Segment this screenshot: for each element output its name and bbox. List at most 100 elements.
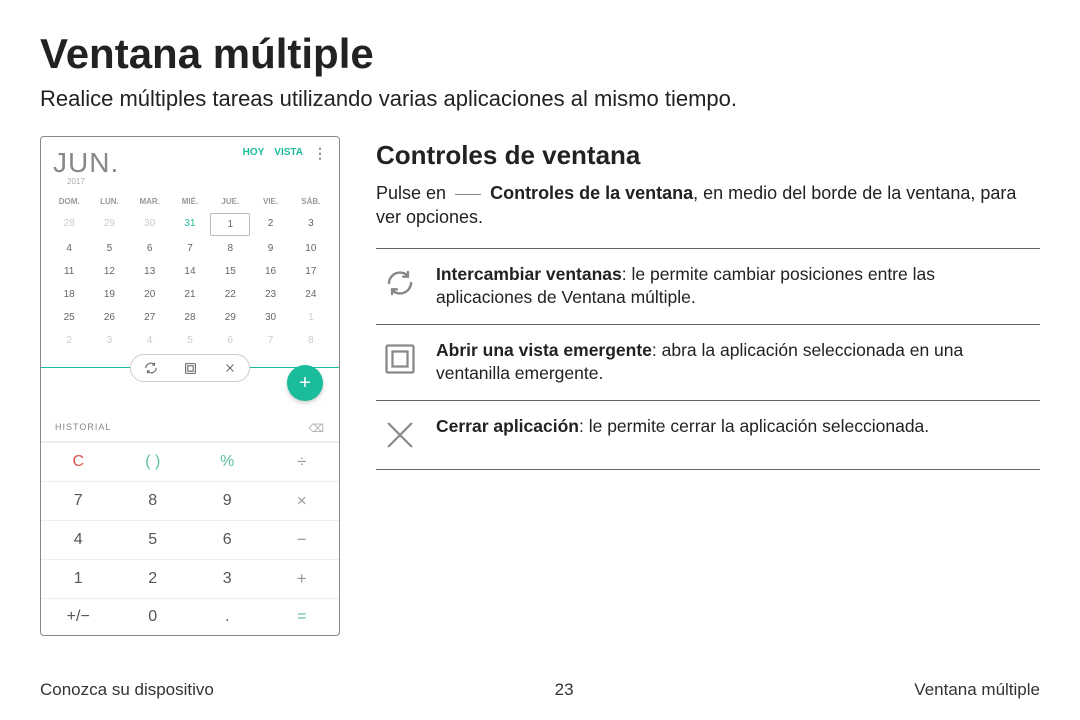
cal-day[interactable]: 4: [49, 238, 89, 259]
dow: LUN.: [89, 192, 129, 211]
cal-day[interactable]: 26: [89, 307, 129, 328]
calc-key[interactable]: 5: [116, 520, 191, 559]
cal-day[interactable]: 23: [250, 284, 290, 305]
calc-key[interactable]: 2: [116, 559, 191, 598]
popup-view-icon: [380, 339, 420, 379]
calc-key-paren[interactable]: ( ): [116, 442, 191, 481]
cal-day[interactable]: 30: [130, 213, 170, 236]
cal-day[interactable]: 10: [291, 238, 331, 259]
cal-day[interactable]: 28: [49, 213, 89, 236]
intro-bold: Controles de la ventana: [490, 183, 693, 203]
cal-day[interactable]: 5: [89, 238, 129, 259]
cal-day[interactable]: 5: [170, 330, 210, 351]
calc-key-sign[interactable]: +/−: [41, 598, 116, 635]
calc-key-minus[interactable]: −: [265, 520, 340, 559]
calc-key-clear[interactable]: C: [41, 442, 116, 481]
section-title: Controles de ventana: [376, 140, 1040, 171]
calc-key[interactable]: 8: [116, 481, 191, 520]
cal-day[interactable]: 9: [250, 238, 290, 259]
feature-desc: : le permite cerrar la aplicación selecc…: [579, 416, 929, 436]
cal-day[interactable]: 12: [89, 261, 129, 282]
calc-key-equals[interactable]: =: [265, 598, 340, 635]
cal-day[interactable]: 14: [170, 261, 210, 282]
cal-day[interactable]: 19: [89, 284, 129, 305]
add-event-fab[interactable]: +: [287, 365, 323, 401]
cal-day[interactable]: 15: [210, 261, 250, 282]
cal-day[interactable]: 29: [210, 307, 250, 328]
calc-key[interactable]: 1: [41, 559, 116, 598]
calendar-month: JUN.: [53, 147, 119, 179]
cal-day[interactable]: 25: [49, 307, 89, 328]
feature-title: Abrir una vista emergente: [436, 340, 652, 360]
cal-day[interactable]: 24: [291, 284, 331, 305]
page-subtitle: Realice múltiples tareas utilizando vari…: [40, 86, 1040, 112]
more-icon[interactable]: ⋮: [313, 148, 327, 158]
cal-day[interactable]: 4: [130, 330, 170, 351]
calc-key-percent[interactable]: %: [190, 442, 265, 481]
dow: VIE.: [250, 192, 290, 211]
page-title: Ventana múltiple: [40, 30, 1040, 78]
calc-key[interactable]: 4: [41, 520, 116, 559]
swap-icon[interactable]: [144, 361, 158, 375]
calendar-grid: DOM. LUN. MAR. MIÉ. JUE. VIE. SÁB. 28 29…: [41, 188, 339, 361]
cal-day[interactable]: 20: [130, 284, 170, 305]
close-icon[interactable]: [224, 362, 236, 374]
calculator-app: HISTORIAL ⌫ C ( ) % ÷ 7 8 9 × 4 5 6 − 1 …: [41, 368, 339, 635]
section-intro: Pulse en Controles de la ventana, en med…: [376, 181, 1040, 230]
cal-day[interactable]: 6: [130, 238, 170, 259]
cal-day[interactable]: 31: [170, 213, 210, 236]
swap-windows-icon: [380, 263, 420, 303]
calc-key[interactable]: 3: [190, 559, 265, 598]
backspace-icon[interactable]: ⌫: [308, 422, 325, 435]
popup-icon[interactable]: [184, 362, 197, 375]
feature-list: Intercambiar ventanas: le permite cambia…: [376, 248, 1040, 471]
cal-day[interactable]: 1: [291, 307, 331, 328]
cal-day[interactable]: 3: [291, 213, 331, 236]
calc-key[interactable]: 9: [190, 481, 265, 520]
feature-swap: Intercambiar ventanas: le permite cambia…: [376, 249, 1040, 325]
cal-day[interactable]: 13: [130, 261, 170, 282]
cal-day[interactable]: 29: [89, 213, 129, 236]
cal-day[interactable]: 2: [49, 330, 89, 351]
calc-key-divide[interactable]: ÷: [265, 442, 340, 481]
cal-day[interactable]: 17: [291, 261, 331, 282]
window-controls-pill[interactable]: [130, 354, 250, 382]
cal-day[interactable]: 8: [291, 330, 331, 351]
dow: SÁB.: [291, 192, 331, 211]
calc-key-multiply[interactable]: ×: [265, 481, 340, 520]
cal-day[interactable]: 11: [49, 261, 89, 282]
dow: JUE.: [210, 192, 250, 211]
calc-key[interactable]: 7: [41, 481, 116, 520]
feature-popup: Abrir una vista emergente: abra la aplic…: [376, 325, 1040, 401]
cal-day[interactable]: 2: [250, 213, 290, 236]
close-app-icon: [380, 415, 420, 455]
calc-key-plus[interactable]: +: [265, 559, 340, 598]
dash-icon: [455, 194, 481, 195]
cal-day[interactable]: 30: [250, 307, 290, 328]
page-footer: Conozca su dispositivo 23 Ventana múltip…: [0, 680, 1080, 700]
history-label[interactable]: HISTORIAL: [55, 422, 111, 435]
calendar-today-button[interactable]: HOY: [243, 147, 265, 158]
phone-mockup: JUN. 2017 HOY VISTA ⋮ DOM. LUN. MAR. MIÉ…: [40, 136, 340, 636]
cal-day[interactable]: 16: [250, 261, 290, 282]
calc-key[interactable]: 6: [190, 520, 265, 559]
calendar-view-button[interactable]: VISTA: [274, 147, 303, 158]
cal-day-today[interactable]: 1: [210, 213, 250, 236]
calc-key-dot[interactable]: .: [190, 598, 265, 635]
cal-day[interactable]: 18: [49, 284, 89, 305]
calculator-keypad: C ( ) % ÷ 7 8 9 × 4 5 6 − 1 2 3 + +/− 0 …: [41, 441, 339, 635]
dow: DOM.: [49, 192, 89, 211]
cal-day[interactable]: 21: [170, 284, 210, 305]
cal-day[interactable]: 22: [210, 284, 250, 305]
cal-day[interactable]: 7: [170, 238, 210, 259]
footer-right: Ventana múltiple: [914, 680, 1040, 700]
cal-day[interactable]: 3: [89, 330, 129, 351]
cal-day[interactable]: 8: [210, 238, 250, 259]
cal-day[interactable]: 7: [250, 330, 290, 351]
cal-day[interactable]: 6: [210, 330, 250, 351]
cal-day[interactable]: 27: [130, 307, 170, 328]
cal-day[interactable]: 28: [170, 307, 210, 328]
intro-text: Pulse en: [376, 183, 451, 203]
dow: MIÉ.: [170, 192, 210, 211]
calc-key[interactable]: 0: [116, 598, 191, 635]
